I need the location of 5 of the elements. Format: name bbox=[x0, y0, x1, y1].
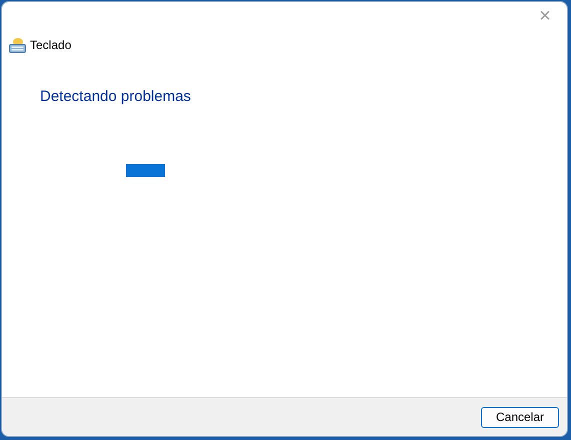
window-title: Teclado bbox=[30, 37, 72, 54]
keyboard-icon bbox=[9, 37, 26, 53]
cancel-button[interactable]: Cancelar bbox=[481, 406, 559, 428]
status-heading: Detectando problemas bbox=[40, 87, 191, 107]
progress-indicator bbox=[126, 164, 165, 176]
